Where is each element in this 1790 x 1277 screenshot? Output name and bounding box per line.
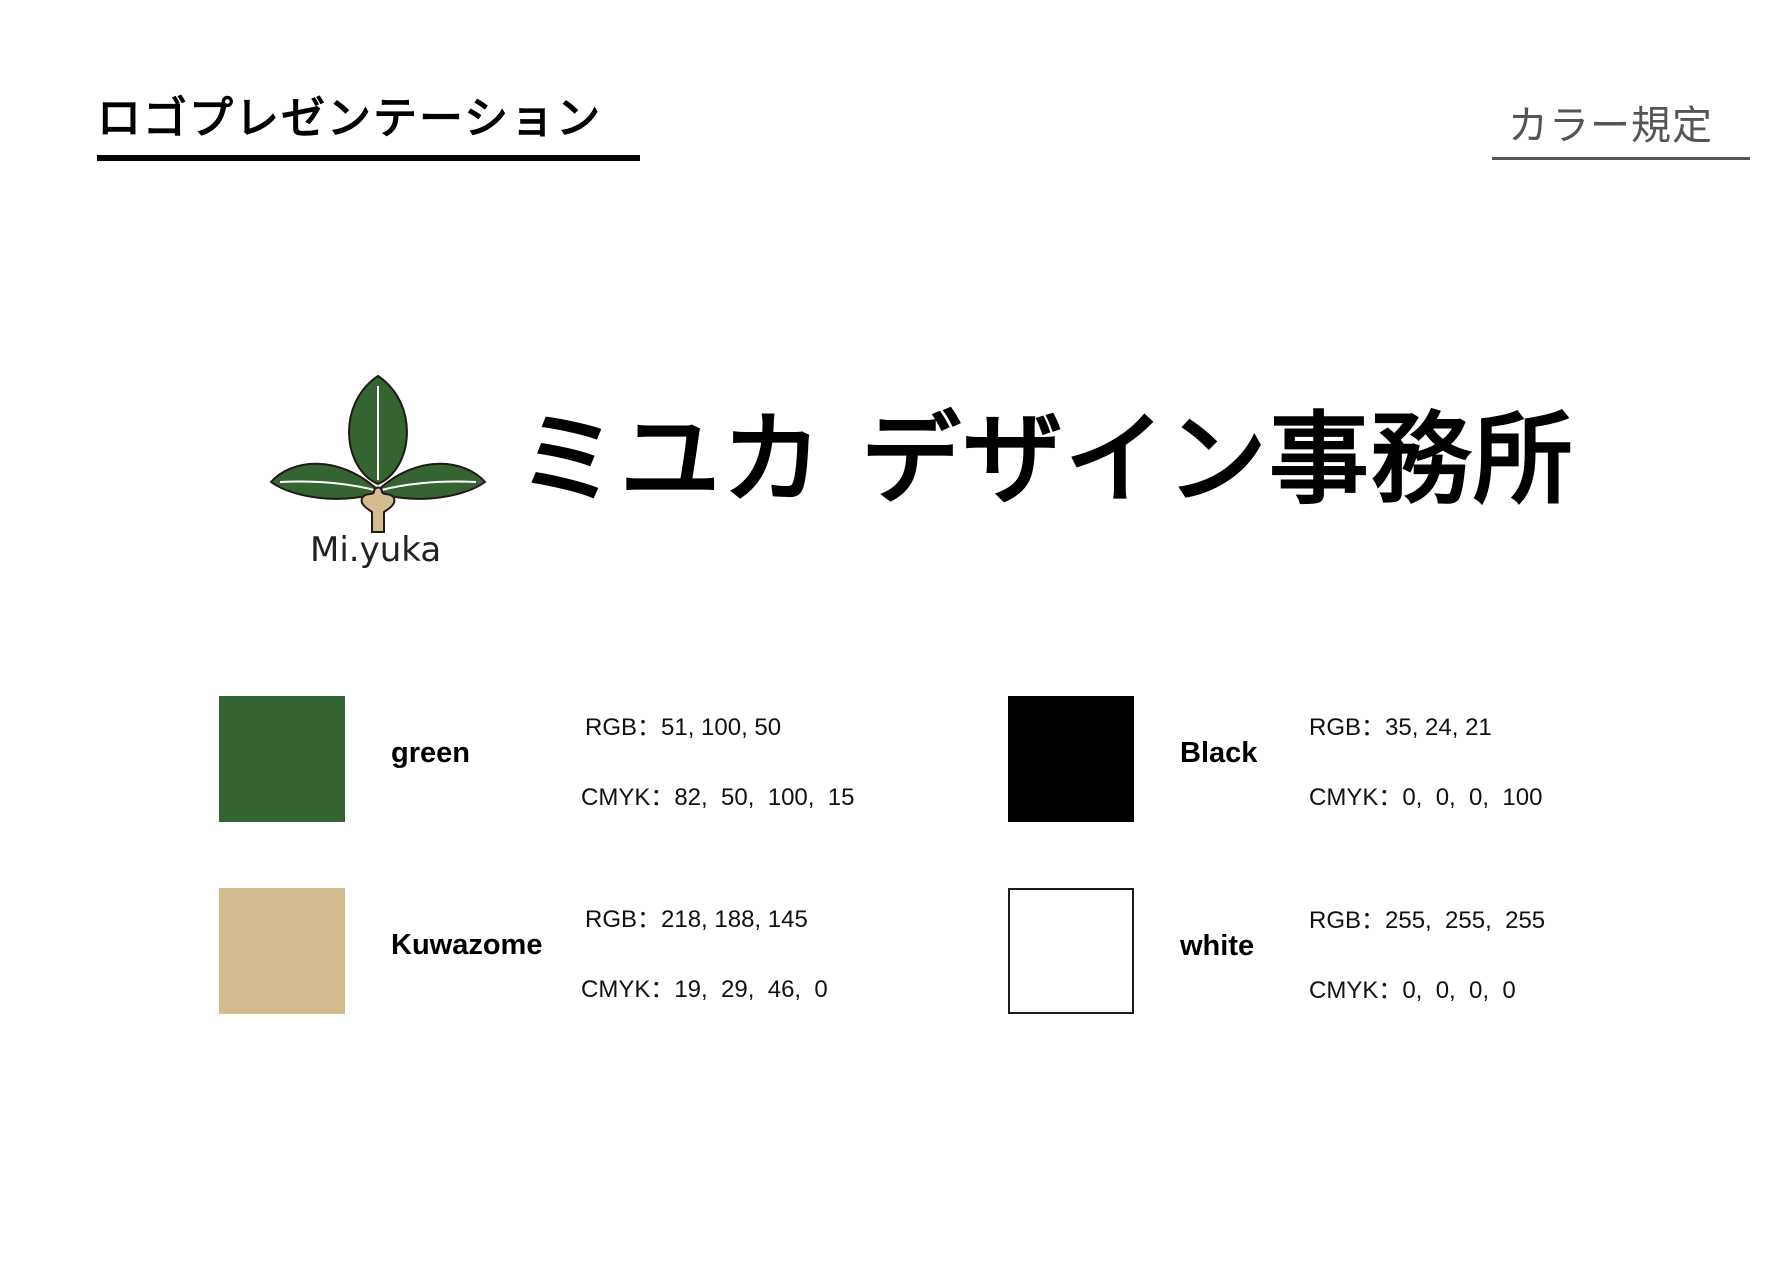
section-title: カラー規定 [1508, 103, 1713, 149]
cmyk-value-black: CMYK：0, 0, 0, 100 [1309, 784, 1543, 811]
section-underline [1492, 157, 1750, 160]
cmyk-value-green: CMYK：82, 50, 100, 15 [581, 784, 855, 811]
tree-leaf-logo-icon [269, 374, 487, 533]
rgb-value-black: RGB：35, 24, 21 [1309, 714, 1492, 741]
color-name-black: Black [1180, 737, 1258, 769]
color-name-kuwazome: Kuwazome [391, 929, 543, 961]
title-underline [97, 155, 640, 161]
color-name-white: white [1180, 930, 1255, 962]
trunk [360, 486, 396, 533]
color-swatch-green [219, 696, 345, 822]
color-swatch-white [1008, 888, 1134, 1014]
cmyk-value-kuwazome: CMYK：19, 29, 46, 0 [581, 976, 828, 1003]
rgb-value-white: RGB：255, 255, 255 [1309, 907, 1546, 934]
color-name-green: green [391, 737, 470, 769]
rgb-value-kuwazome: RGB：218, 188, 145 [585, 906, 808, 933]
company-name: ミユカ デザイン事務所 [518, 401, 1575, 518]
logo-caption: Mi.yuka [310, 530, 442, 570]
rgb-value-green: RGB：51, 100, 50 [585, 714, 782, 741]
page-title: ロゴプレゼンテーション [97, 93, 603, 144]
cmyk-value-white: CMYK：0, 0, 0, 0 [1309, 977, 1516, 1004]
color-swatch-black [1008, 696, 1134, 822]
color-swatch-kuwazome [219, 888, 345, 1014]
